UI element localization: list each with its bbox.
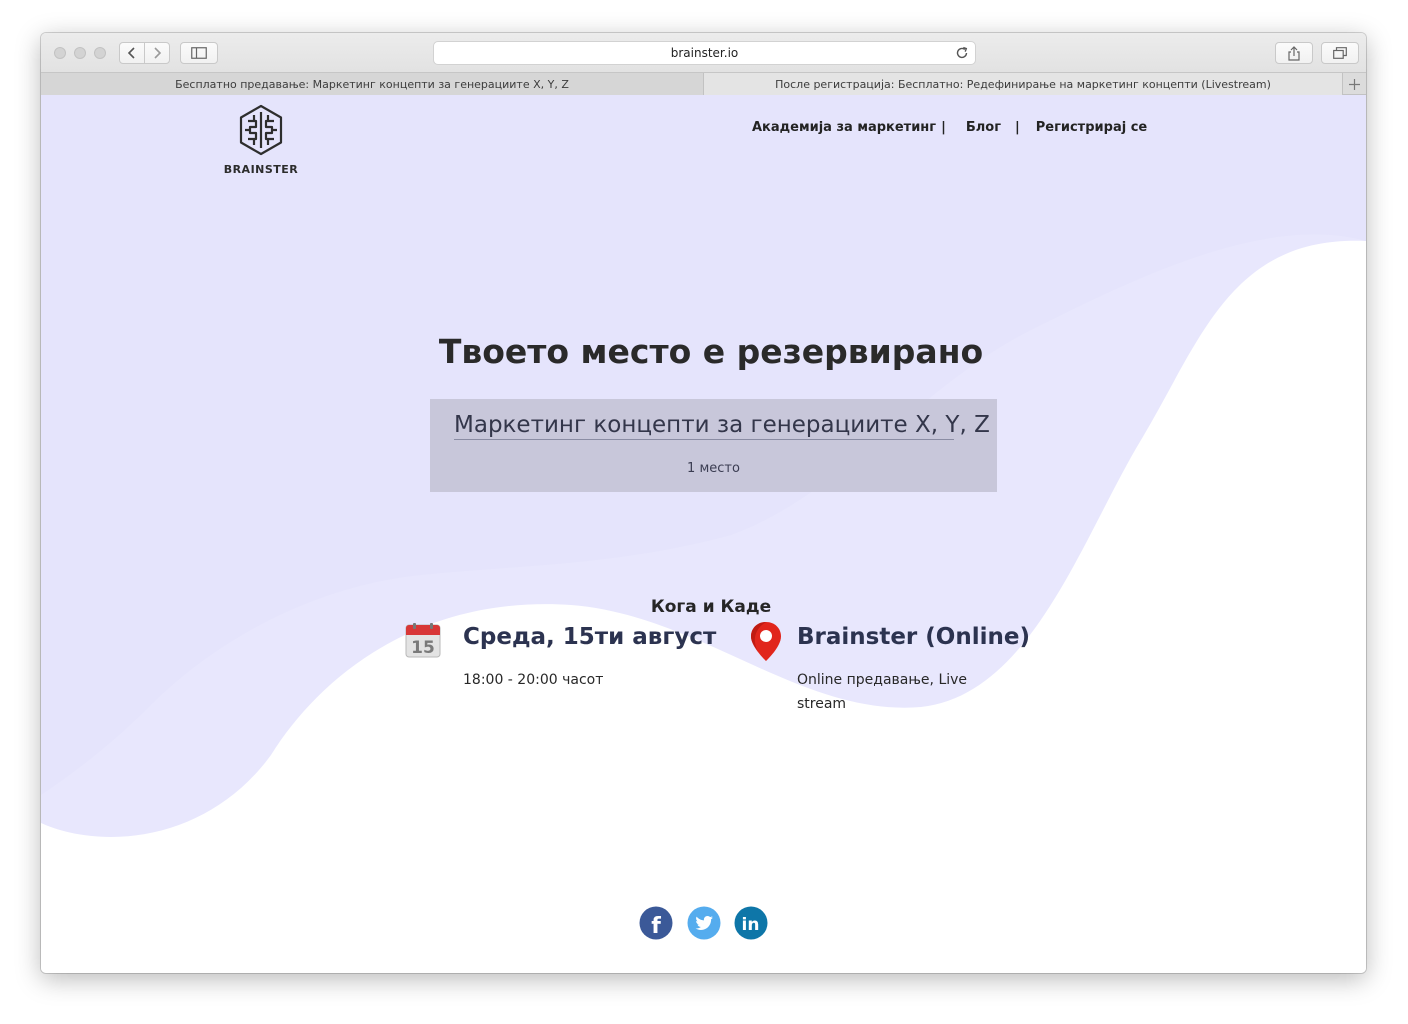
event-time: 18:00 - 20:00 часот bbox=[463, 672, 604, 688]
facebook-glyph: f bbox=[651, 914, 661, 939]
tab-2-label: После регистрација: Бесплатно: Редефинир… bbox=[775, 77, 1271, 91]
twitter-icon[interactable] bbox=[687, 906, 721, 940]
address-bar[interactable]: brainster.io bbox=[433, 41, 976, 65]
brainster-logo[interactable]: BRAINSTER bbox=[221, 103, 301, 176]
page-title: Твоето место е резервирано bbox=[438, 332, 984, 371]
nav-register-link[interactable]: Регистрирај се bbox=[1036, 120, 1147, 135]
nav-marketing-academy-link[interactable]: Академија за маркетинг bbox=[752, 120, 936, 135]
share-button[interactable] bbox=[1275, 42, 1313, 64]
browser-window: brainster.io Бесплатно предавање: Маркет… bbox=[41, 33, 1366, 973]
brain-logo-icon bbox=[239, 104, 283, 156]
event-title: Маркетинг концепти за генерациите X, Y, … bbox=[454, 412, 990, 440]
event-location: Brainster (Online) bbox=[797, 624, 1030, 650]
web-page: BRAINSTER Академија за маркетинг | Блог … bbox=[41, 95, 1366, 973]
tab-1-label: Бесплатно предавање: Маркетинг концепти … bbox=[175, 77, 569, 91]
forward-button[interactable] bbox=[144, 42, 170, 64]
sidebar-toggle-button[interactable] bbox=[180, 42, 218, 64]
sidebar-icon bbox=[191, 47, 207, 59]
address-text: brainster.io bbox=[670, 46, 739, 60]
calendar-day-number: 15 bbox=[411, 638, 435, 658]
facebook-icon[interactable]: f bbox=[639, 906, 673, 940]
section-title: Кога и Каде bbox=[650, 597, 772, 617]
background-wave bbox=[41, 95, 1366, 837]
share-icon bbox=[1288, 45, 1300, 61]
event-date: Среда, 15ти август bbox=[463, 624, 717, 650]
nav-separator: | bbox=[941, 120, 946, 135]
reload-icon[interactable] bbox=[954, 45, 970, 61]
browser-toolbar: brainster.io bbox=[41, 33, 1366, 72]
tab-1[interactable]: Бесплатно предавање: Маркетинг концепти … bbox=[41, 73, 703, 95]
linkedin-icon[interactable]: in bbox=[734, 906, 768, 940]
chevron-left-icon bbox=[127, 47, 135, 59]
event-seats: 1 место bbox=[687, 461, 740, 476]
event-card: Маркетинг концепти за генерациите X, Y, … bbox=[430, 399, 997, 492]
close-window-button[interactable] bbox=[54, 47, 66, 59]
map-pin-icon bbox=[751, 622, 781, 661]
logo-text: BRAINSTER bbox=[223, 163, 299, 176]
chevron-right-icon bbox=[154, 47, 162, 59]
minimize-window-button[interactable] bbox=[74, 47, 86, 59]
tab-bar: Бесплатно предавање: Маркетинг концепти … bbox=[41, 72, 1366, 95]
tab-2[interactable]: После регистрација: Бесплатно: Редефинир… bbox=[704, 73, 1342, 95]
back-button[interactable] bbox=[119, 42, 145, 64]
calendar-icon: 15 bbox=[405, 623, 441, 658]
zoom-window-button[interactable] bbox=[94, 47, 106, 59]
nav-separator: | bbox=[1014, 120, 1020, 135]
main-nav: Академија за маркетинг | Блог | Регистри… bbox=[752, 120, 1147, 135]
new-tab-button[interactable] bbox=[1343, 73, 1366, 95]
tabs-overview-icon bbox=[1333, 47, 1347, 59]
event-location-description: Online предавање, Live stream bbox=[797, 672, 968, 712]
show-tabs-button[interactable] bbox=[1321, 42, 1359, 64]
nav-blog-link[interactable]: Блог bbox=[966, 120, 1001, 135]
plus-icon bbox=[1349, 78, 1360, 90]
linkedin-glyph: in bbox=[742, 915, 760, 935]
